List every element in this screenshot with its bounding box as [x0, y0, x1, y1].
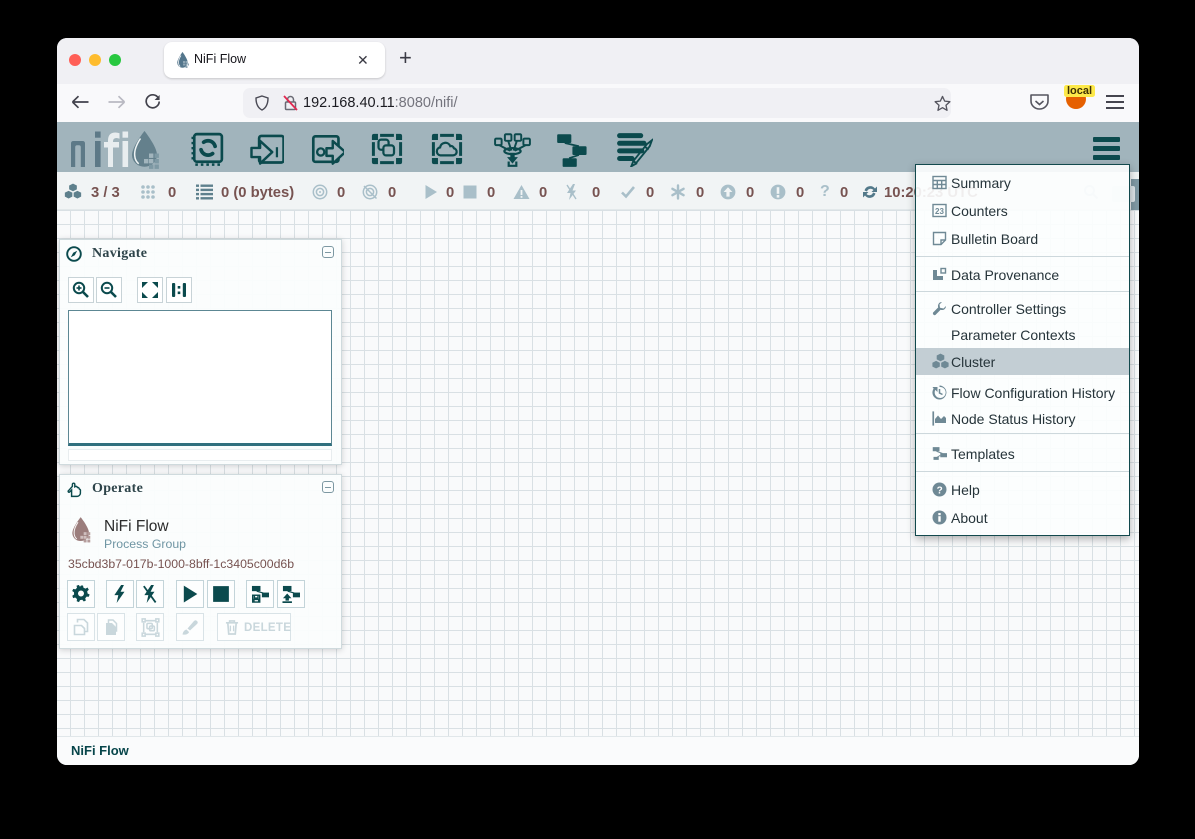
svg-text:23: 23 — [935, 207, 944, 216]
svg-text:?: ? — [937, 485, 943, 496]
